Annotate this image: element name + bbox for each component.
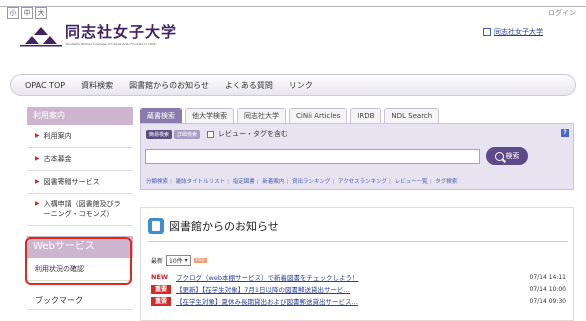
news-item: 重要 【更新】【在学生対象】7月1日以降の図書郵送貸出サービ… 07/14 10… <box>151 283 566 295</box>
external-link-icon <box>483 28 491 36</box>
nav-search[interactable]: 資料検索 <box>73 80 121 91</box>
rss-icon[interactable]: RSS <box>193 258 207 263</box>
logo-title[interactable]: 同志社女子大学 <box>65 21 177 42</box>
sidebar-item-book-gift[interactable]: ▶ 図書寄贈サービス <box>27 171 133 194</box>
sidebar: 利用案内 ▶ 利用案内 ▶ 古本募金 ▶ 図書寄贈サービス ▶ 入構申請（図書館… <box>27 107 133 321</box>
tab-other-universities[interactable]: 他大学検索 <box>185 108 234 123</box>
sidebar-item-donation[interactable]: ▶ 古本募金 <box>27 148 133 171</box>
search-input[interactable] <box>145 149 480 164</box>
nav-faq[interactable]: よくある質問 <box>217 80 281 91</box>
news-panel: 図書館からのお知らせ 最新 10件 ▾ RSS NEW ブクログ（web本棚サー… <box>140 207 574 321</box>
new-badge: NEW <box>151 273 169 281</box>
important-badge: 重要 <box>151 284 171 294</box>
nav-opac-top[interactable]: OPAC TOP <box>11 81 73 90</box>
tab-doshisha[interactable]: 同志社大学 <box>237 108 286 123</box>
simple-search-button[interactable]: 簡易検索 <box>146 129 173 139</box>
search-links: 分類検索 | 雑誌タイトルリスト | 指定図書 | 新着案内 | 貸出ランキング | アク… <box>146 179 458 185</box>
sidebar-item-entry-request[interactable]: ▶ 入構申請（図書館及びラーニング・コモンズ） <box>27 194 133 226</box>
tab-ndl[interactable]: NDL Search <box>384 108 440 123</box>
chevron-down-icon: ▾ <box>184 257 188 264</box>
arrow-icon: ▶ <box>35 200 40 207</box>
news-item: NEW ブクログ（web本棚サービス）で新着図書をチェックしよう！ 07/14 … <box>151 271 566 283</box>
link-designated-books[interactable]: 指定図書 <box>233 179 255 185</box>
news-item-title[interactable]: ブクログ（web本棚サービス）で新着図書をチェックしよう！ <box>176 272 522 282</box>
news-item-date: 07/14 09:30 <box>529 297 567 305</box>
link-new-arrivals[interactable]: 新着案内 <box>262 179 284 185</box>
news-limit: 最新 10件 ▾ RSS <box>151 255 207 266</box>
detail-search-button[interactable]: 詳細検索 <box>174 129 201 139</box>
search-tabs: 蔵書検索 他大学検索 同志社大学 CiNii Articles IRDB NDL… <box>140 108 440 123</box>
search-button[interactable]: 検索 <box>486 147 528 165</box>
logo-subtitle: Doshisha Women's College of Liberal Arts… <box>66 42 156 46</box>
link-journal-list[interactable]: 雑誌タイトルリスト <box>176 179 226 185</box>
font-size-small-button[interactable]: 小 <box>7 7 19 19</box>
news-item-title[interactable]: 【在学生対象】夏休み長期貸出および図書郵送貸出サービス… <box>176 296 522 306</box>
main-nav: OPAC TOP 資料検索 図書館からのお知らせ よくある質問 リンク <box>10 74 576 96</box>
link-tag-search[interactable]: タグ検索 <box>435 179 457 185</box>
sidebar-item-label: 利用案内 <box>43 132 72 140</box>
top-divider <box>0 6 586 7</box>
search-panel: 簡易検索 詳細検索 レビュー・タグを含む ? 検索 分類検索 | 雑誌タイトルリス… <box>140 123 574 190</box>
news-item-title[interactable]: 【更新】【在学生対象】7月1日以降の図書郵送貸出サービ… <box>176 284 522 294</box>
link-review-list[interactable]: レビュー一覧 <box>395 179 428 185</box>
nav-links[interactable]: リンク <box>281 80 321 91</box>
search-icon <box>494 151 504 161</box>
arrow-icon: ▶ <box>35 178 40 185</box>
web-services-heading: Webサービス <box>27 236 133 258</box>
news-item-date: 07/14 10:00 <box>529 285 567 293</box>
news-title: 図書館からのお知らせ <box>169 220 279 233</box>
arrow-icon: ▶ <box>35 132 40 139</box>
link-access-ranking[interactable]: アクセスランキング <box>338 179 387 185</box>
review-checkbox-label: レビュー・タグを含む <box>218 130 289 138</box>
university-link-label: 同志社女子大学 <box>494 28 543 36</box>
sidebar-item-guide[interactable]: ▶ 利用案内 <box>27 125 133 148</box>
link-classification[interactable]: 分類検索 <box>146 179 168 185</box>
font-size-medium-button[interactable]: 中 <box>21 7 33 19</box>
tab-catalog[interactable]: 蔵書検索 <box>140 108 182 123</box>
university-link[interactable]: 同志社女子大学 <box>483 27 543 37</box>
notice-icon <box>148 218 164 234</box>
sidebar-item-bookmark[interactable]: ブックマーク <box>27 292 133 310</box>
sidebar-item-label: 入構申請（図書館及びラーニング・コモンズ） <box>43 200 121 218</box>
tab-cinii[interactable]: CiNii Articles <box>289 108 348 123</box>
font-size-switcher: 小 中 大 <box>7 7 47 19</box>
logo-icon <box>20 27 62 47</box>
sidebar-heading: 利用案内 <box>27 107 133 125</box>
arrow-icon: ▶ <box>35 155 40 162</box>
news-item-date: 07/14 14:11 <box>529 273 567 281</box>
sidebar-item-usage-status[interactable]: 利用状況の確認 <box>27 258 133 281</box>
sidebar-item-label: 図書寄贈サービス <box>43 178 100 186</box>
help-icon[interactable]: ? <box>561 129 569 137</box>
important-badge: 重要 <box>151 296 171 306</box>
tab-irdb[interactable]: IRDB <box>350 108 382 123</box>
font-size-large-button[interactable]: 大 <box>35 7 47 19</box>
sidebar-item-label: 古本募金 <box>43 155 72 163</box>
news-list: NEW ブクログ（web本棚サービス）で新着図書をチェックしよう！ 07/14 … <box>151 271 566 307</box>
nav-news[interactable]: 図書館からのお知らせ <box>121 80 217 91</box>
limit-select[interactable]: 10件 ▾ <box>166 255 191 266</box>
link-loan-ranking[interactable]: 貸出ランキング <box>292 179 330 185</box>
news-divider <box>148 241 568 242</box>
limit-value: 10件 <box>169 258 183 265</box>
login-link[interactable]: ログイン <box>548 8 576 18</box>
news-header: 図書館からのお知らせ <box>148 218 279 234</box>
search-button-label: 検索 <box>505 152 520 160</box>
limit-label: 最新 <box>151 258 164 265</box>
news-item: 重要 【在学生対象】夏休み長期貸出および図書郵送貸出サービス… 07/14 09… <box>151 295 566 307</box>
review-checkbox[interactable] <box>207 130 215 138</box>
search-type-row: 簡易検索 詳細検索 レビュー・タグを含む <box>146 129 288 139</box>
